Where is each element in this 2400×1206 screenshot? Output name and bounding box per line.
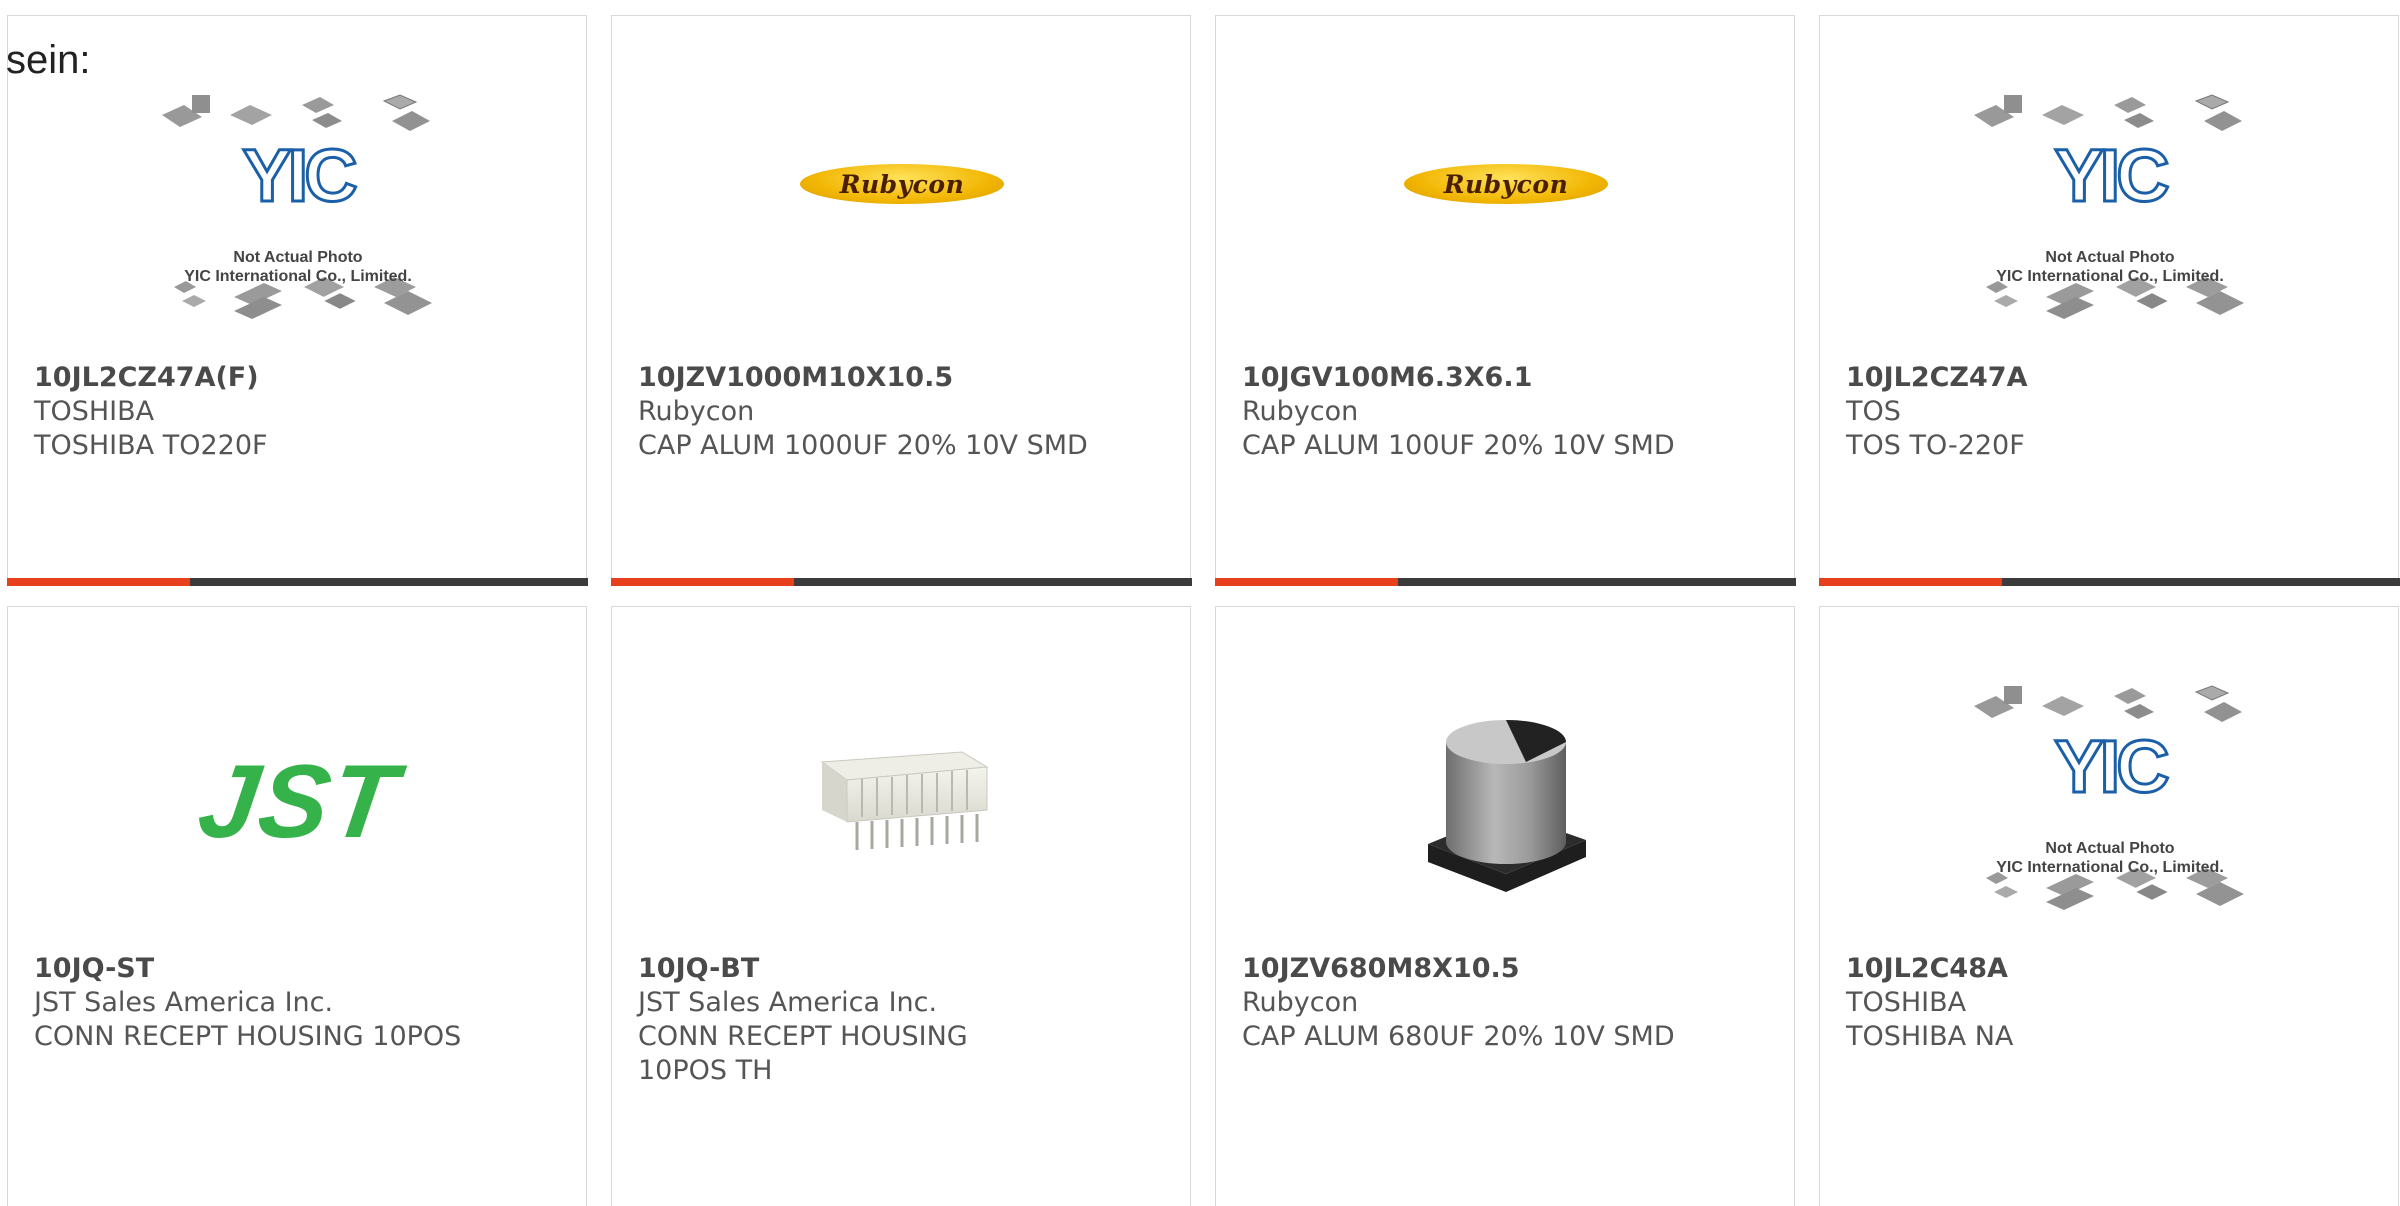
product-image <box>1366 687 1646 917</box>
yic-caption-line1: Not Actual Photo <box>233 249 363 266</box>
connector-photo-icon <box>820 751 989 850</box>
capacitor-photo-icon <box>1428 720 1586 892</box>
part-number[interactable]: 10JQ-ST <box>34 952 554 986</box>
manufacturer: TOS <box>1846 396 1901 427</box>
product-image: JST <box>158 687 438 917</box>
manufacturer: Rubycon <box>1242 396 1359 427</box>
yic-caption-line1: Not Actual Photo <box>2045 249 2175 266</box>
rubycon-logo: Rubycon <box>800 164 1004 204</box>
description: CONN RECEPT HOUSING 10POS <box>34 1021 462 1052</box>
description: CAP ALUM 100UF 20% 10V SMD <box>1242 430 1675 461</box>
intro-text: sein: <box>6 38 91 82</box>
manufacturer: Rubycon <box>638 396 755 427</box>
manufacturer: JST Sales America Inc. <box>34 987 334 1018</box>
part-number[interactable]: 10JZV680M8X10.5 <box>1242 952 1762 986</box>
manufacturer: TOSHIBA <box>1846 987 1967 1018</box>
product-card[interactable]: 10JZV680M8X10.5 Rubycon CAP ALUM 680UF 2… <box>1215 606 1795 1206</box>
yic-caption-line2: YIC International Co., Limited. <box>1996 859 2224 876</box>
description: TOS TO-220F <box>1846 430 2025 461</box>
yic-placeholder-icon: YIC <box>1973 94 2246 321</box>
manufacturer: TOSHIBA <box>34 396 155 427</box>
card-bar-accent <box>1818 578 2002 586</box>
product-card[interactable]: 10JQ-BT JST Sales America Inc. CONN RECE… <box>611 606 1191 1206</box>
product-card[interactable]: YIC Not Actual Photo YIC International C… <box>1819 606 2399 1206</box>
part-number[interactable]: 10JL2C48A <box>1846 952 2366 986</box>
card-bar-accent <box>1214 578 1398 586</box>
yic-placeholder-icon: YIC <box>1973 685 2246 912</box>
product-card[interactable]: YIC Not Actual Photo YIC International C… <box>6 15 588 586</box>
part-number[interactable]: 10JL2CZ47A <box>1846 361 2366 395</box>
product-image <box>762 687 1042 917</box>
svg-text:YIC: YIC <box>2054 725 2168 808</box>
card-bar <box>1214 578 1796 586</box>
manufacturer: Rubycon <box>1242 987 1359 1018</box>
product-grid: YIC Not Actual Photo YIC International C… <box>0 0 2400 1206</box>
product-card[interactable]: YIC Not Actual Photo YIC International C… <box>1818 15 2400 586</box>
product-image: YIC Not Actual Photo YIC International C… <box>1970 685 2250 917</box>
product-card[interactable]: Rubycon 10JGV100M6.3X6.1 Rubycon CAP ALU… <box>1214 15 1796 586</box>
svg-text:YIC: YIC <box>2054 134 2168 217</box>
yic-placeholder-icon: YIC <box>161 94 434 321</box>
card-bar-accent <box>610 578 794 586</box>
yic-caption-line1: Not Actual Photo <box>2045 840 2175 857</box>
product-image: Rubycon <box>1366 96 1646 326</box>
yic-caption-line2: YIC International Co., Limited. <box>184 268 412 285</box>
description: CAP ALUM 1000UF 20% 10V SMD <box>638 430 1088 461</box>
card-bar <box>610 578 1192 586</box>
part-number[interactable]: 10JL2CZ47A(F) <box>34 361 554 395</box>
manufacturer: JST Sales America Inc. <box>638 987 938 1018</box>
product-image: YIC Not Actual Photo YIC International C… <box>158 94 438 326</box>
card-bar-accent <box>6 578 190 586</box>
product-image: Rubycon <box>762 96 1042 326</box>
product-card[interactable]: Rubycon 10JZV1000M10X10.5 Rubycon CAP AL… <box>610 15 1192 586</box>
part-number[interactable]: 10JQ-BT <box>638 952 1158 986</box>
product-image: YIC Not Actual Photo YIC International C… <box>1970 94 2250 326</box>
description: TOSHIBA NA <box>1846 1021 2014 1052</box>
card-bar <box>1818 578 2400 586</box>
svg-text:YIC: YIC <box>242 134 356 217</box>
description: TOSHIBA TO220F <box>34 430 268 461</box>
description: CONN RECEPT HOUSING 10POS TH <box>638 1021 968 1086</box>
part-number[interactable]: 10JGV100M6.3X6.1 <box>1242 361 1762 395</box>
card-bar <box>6 578 588 586</box>
jst-logo: JST <box>191 743 405 860</box>
rubycon-logo: Rubycon <box>1404 164 1608 204</box>
part-number[interactable]: 10JZV1000M10X10.5 <box>638 361 1158 395</box>
description: CAP ALUM 680UF 20% 10V SMD <box>1242 1021 1675 1052</box>
yic-caption-line2: YIC International Co., Limited. <box>1996 268 2224 285</box>
product-card[interactable]: JST 10JQ-ST JST Sales America Inc. CONN … <box>7 606 587 1206</box>
